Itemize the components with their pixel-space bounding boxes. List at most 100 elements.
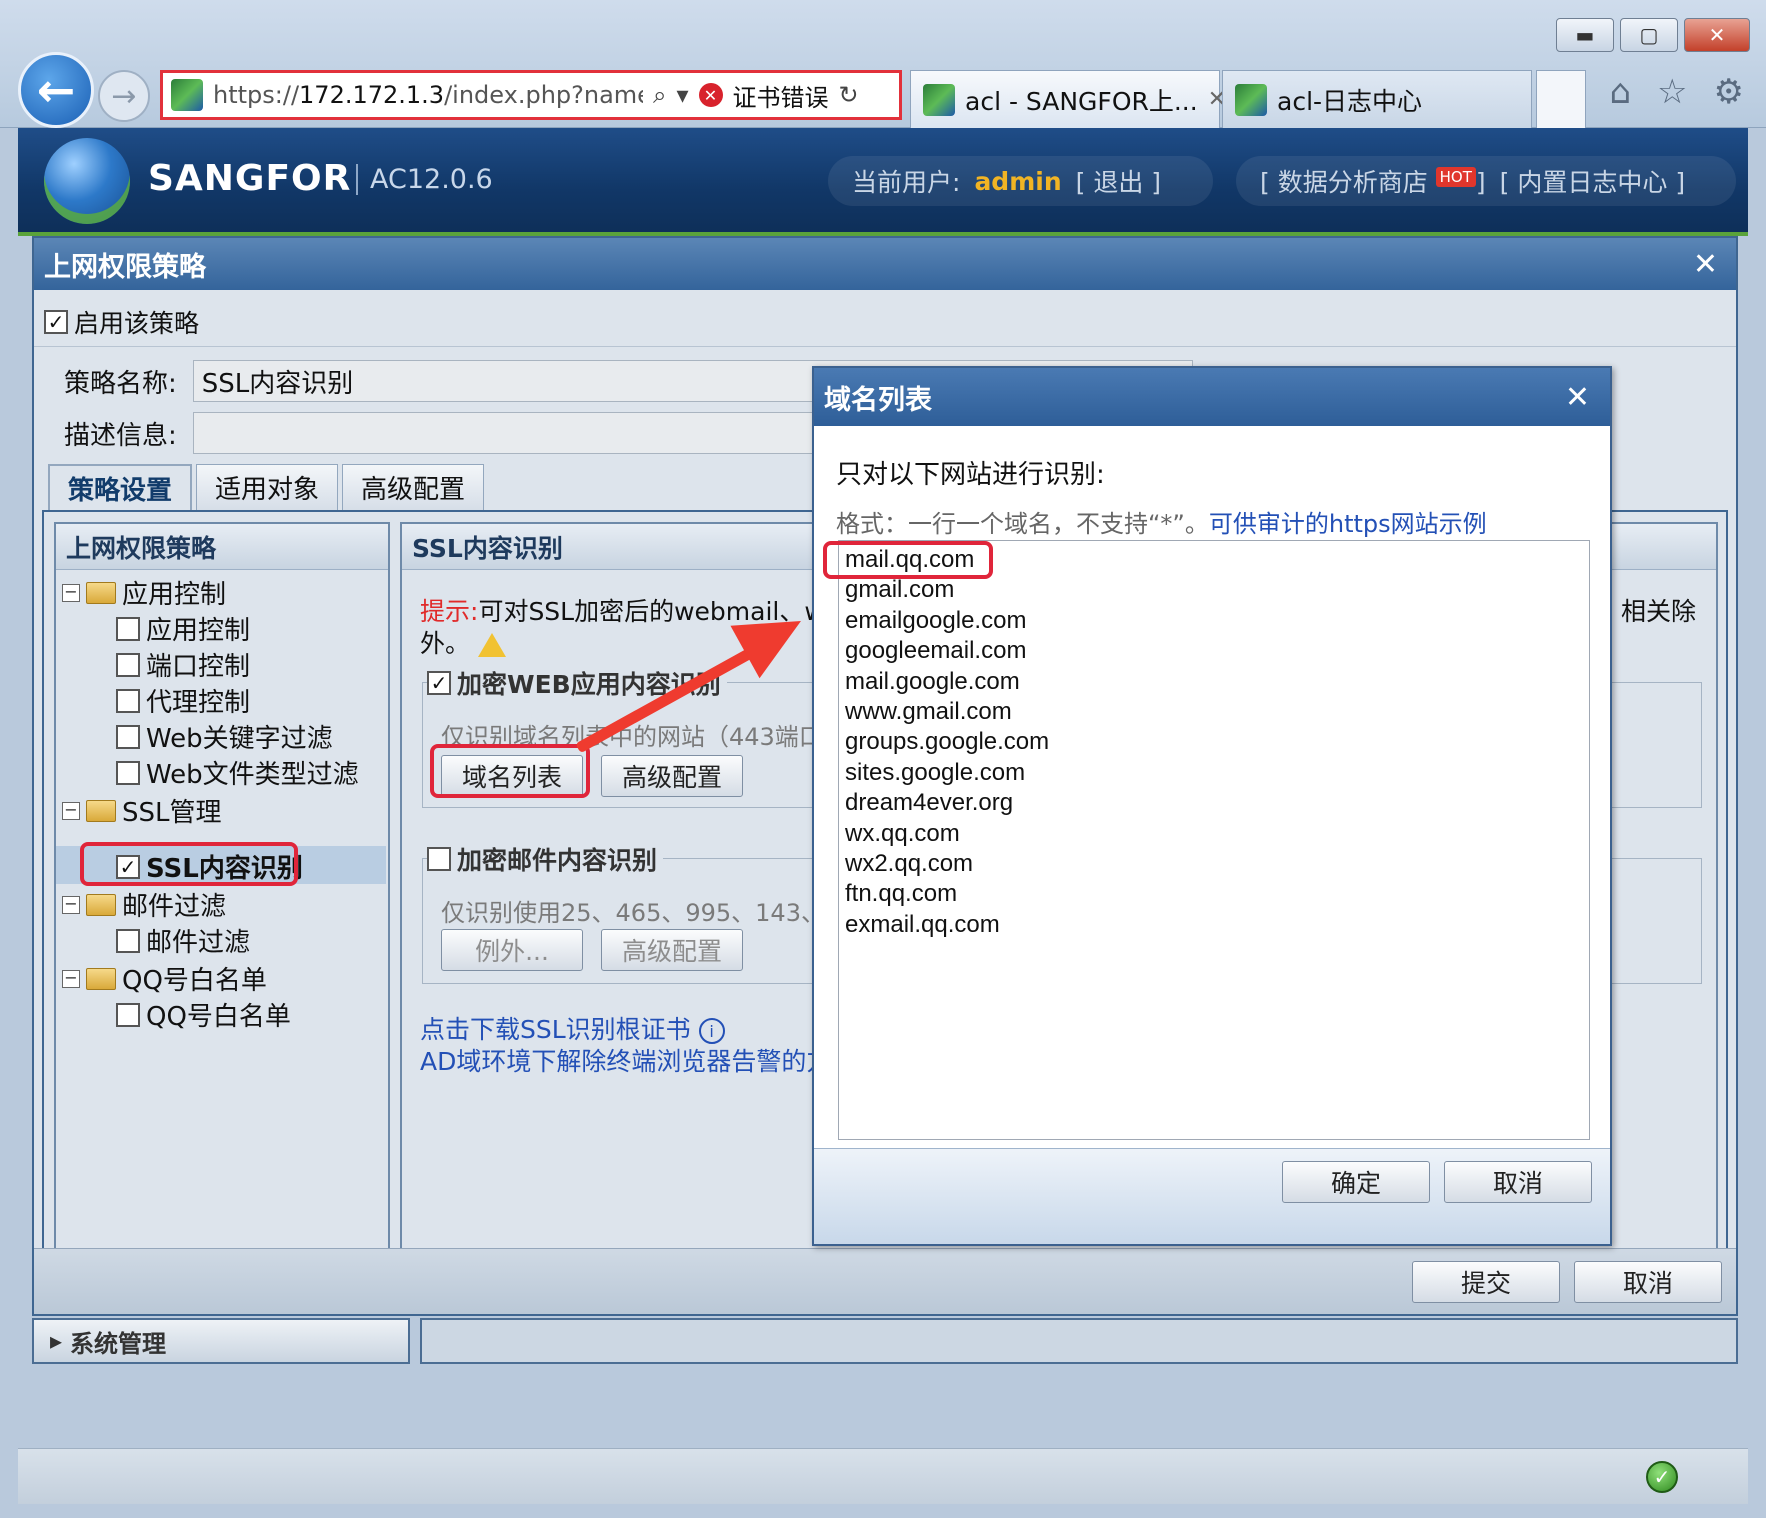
tree-item-web-filetype-filter[interactable]: Web文件类型过滤 xyxy=(116,754,359,791)
system-management-toggle[interactable]: ▸ 系统管理 xyxy=(32,1318,410,1364)
site-favicon-icon xyxy=(171,79,203,111)
domain-entry: www.gmail.com xyxy=(845,697,1012,725)
enable-policy-label: 启用该策略 xyxy=(74,309,200,338)
tree-item-mail-filter[interactable]: 邮件过滤 xyxy=(116,922,250,959)
tab-favicon-icon xyxy=(1235,83,1267,116)
current-user-label: 当前用户: xyxy=(852,168,961,197)
tree-item-proxy-control[interactable]: 代理控制 xyxy=(116,682,250,719)
tree-checkbox[interactable] xyxy=(116,1002,140,1027)
maximize-button[interactable]: ▢ xyxy=(1620,18,1678,52)
dialog-close-icon[interactable]: ✕ xyxy=(1565,380,1590,415)
cert-error-label[interactable]: 证书错误 xyxy=(733,78,829,113)
settings-gear-icon[interactable]: ⚙ xyxy=(1714,72,1744,112)
browser-toolbar-icons: ⌂ ☆ ⚙ xyxy=(1609,72,1744,112)
policy-name-label: 策略名称: xyxy=(64,368,177,399)
collapse-icon[interactable]: − xyxy=(62,801,80,820)
tree-checkbox[interactable] xyxy=(116,688,140,713)
tree-folder-app-control[interactable]: − 应用控制 xyxy=(62,574,226,611)
tree-panel-title: 上网权限策略 xyxy=(56,524,388,570)
annotation-highlight-box xyxy=(823,541,993,579)
tree-checkbox[interactable] xyxy=(116,652,140,677)
forward-button[interactable]: → xyxy=(98,70,150,122)
submit-button[interactable]: 提交 xyxy=(1412,1261,1560,1303)
address-bar[interactable]: https://172.172.1.3/index.php?name_j ⌕ ▾… xyxy=(160,70,902,120)
log-center-link[interactable]: [ 内置日志中心 ] xyxy=(1500,163,1685,199)
domain-entry: dream4ever.org xyxy=(845,789,1014,817)
dialog-cancel-button[interactable]: 取消 xyxy=(1444,1161,1592,1203)
tree-checkbox[interactable] xyxy=(116,928,140,953)
logout-link[interactable]: [ 退出 ] xyxy=(1076,163,1161,199)
tree-checkbox[interactable] xyxy=(116,724,140,749)
collapse-icon[interactable]: − xyxy=(62,583,80,602)
domain-entry: sites.google.com xyxy=(845,758,1026,786)
hint-text-right: 相关除 xyxy=(1620,597,1696,626)
annotation-highlight-box xyxy=(430,744,590,798)
domain-list-dialog: 域名列表 ✕ 只对以下网站进行识别: 格式：一行一个域名，不支持“*”。可供审计… xyxy=(812,366,1612,1246)
tab-advanced-config[interactable]: 高级配置 xyxy=(342,464,485,510)
web-advanced-config-button[interactable]: 高级配置 xyxy=(601,755,743,797)
product-version: AC12.0.6 xyxy=(356,164,493,195)
tree-item-web-keyword-filter[interactable]: Web关键字过滤 xyxy=(116,718,333,755)
tree-item-app-control[interactable]: 应用控制 xyxy=(116,610,250,647)
back-button[interactable]: ← xyxy=(18,52,94,128)
refresh-icon[interactable]: ↻ xyxy=(839,81,859,109)
minimize-button[interactable]: ▬ xyxy=(1556,18,1614,52)
annotation-highlight-box xyxy=(80,842,298,886)
tab-label: acl-日志中心 xyxy=(1277,86,1423,116)
dialog-title: 域名列表 xyxy=(824,384,932,416)
warning-icon xyxy=(477,633,506,657)
search-icon[interactable]: ⌕ xyxy=(653,81,666,109)
collapse-icon[interactable]: − xyxy=(62,969,80,988)
policy-close-icon[interactable]: ✕ xyxy=(1693,247,1718,282)
cert-error-icon[interactable]: ✕ xyxy=(698,83,723,107)
username: admin xyxy=(974,166,1062,196)
dialog-format-hint: 格式：一行一个域名，不支持“*”。可供审计的https网站示例 xyxy=(836,510,1487,538)
tab-policy-settings[interactable]: 策略设置 xyxy=(48,464,193,510)
dropdown-arrow-icon[interactable]: ▾ xyxy=(676,81,688,109)
tree-item-qq-whitelist[interactable]: QQ号白名单 xyxy=(116,996,291,1033)
domain-entry: mail.google.com xyxy=(845,667,1020,695)
info-icon[interactable]: i xyxy=(698,1018,725,1044)
policy-tabs: 策略设置 适用对象 高级配置 xyxy=(48,464,485,510)
policy-footer: 提交 取消 xyxy=(34,1248,1736,1314)
mail-advanced-config-button[interactable]: 高级配置 xyxy=(601,929,743,971)
domain-list-textarea[interactable]: mail.qq.com gmail.com emailgoogle.com googl… xyxy=(823,540,1590,1140)
user-info: 当前用户: admin [ 退出 ] xyxy=(828,156,1213,206)
enable-policy-checkbox[interactable]: ✓ xyxy=(44,310,68,334)
https-examples-link[interactable]: 可供审计的https网站示例 xyxy=(1209,510,1487,538)
tab-applicable-objects[interactable]: 适用对象 xyxy=(196,464,339,510)
enable-policy-row[interactable]: ✓ 启用该策略 xyxy=(44,304,199,340)
hot-badge: HOT xyxy=(1435,166,1476,187)
browser-tab-log-center[interactable]: acl-日志中心 xyxy=(1222,70,1532,128)
mail-desc: 仅识别使用25、465、995、143、99 xyxy=(441,899,856,927)
ad-domain-link[interactable]: AD域环境下解除终端浏览器告警的方 xyxy=(420,1042,831,1078)
policy-cancel-button[interactable]: 取消 xyxy=(1574,1261,1722,1303)
exception-button[interactable]: 例外... xyxy=(441,929,583,971)
home-icon[interactable]: ⌂ xyxy=(1609,72,1631,112)
policy-tree-panel: 上网权限策略 − 应用控制 应用控制 端口控制 代理控制 Web关键字过滤 We… xyxy=(54,522,390,1302)
browser-tab-acl[interactable]: acl - SANGFOR上... ✕ xyxy=(910,70,1226,128)
dialog-ok-button[interactable]: 确定 xyxy=(1282,1161,1430,1203)
tab-label: acl - SANGFOR上... xyxy=(965,86,1198,116)
divider xyxy=(34,346,1736,347)
favorites-star-icon[interactable]: ☆ xyxy=(1657,72,1687,112)
tree-checkbox[interactable] xyxy=(116,616,140,641)
tree-folder-ssl-management[interactable]: − SSL管理 xyxy=(62,792,222,829)
collapse-icon[interactable]: − xyxy=(62,895,80,914)
tree-checkbox[interactable] xyxy=(116,760,140,785)
close-window-button[interactable]: ✕ xyxy=(1684,18,1750,52)
system-bar-area xyxy=(420,1318,1738,1364)
tree-item-port-control[interactable]: 端口控制 xyxy=(116,646,250,683)
mail-checkbox[interactable] xyxy=(427,847,451,871)
domain-entry: emailgoogle.com xyxy=(845,606,1027,634)
expand-arrow-icon: ▸ xyxy=(50,1327,63,1355)
new-tab-button[interactable] xyxy=(1536,70,1586,128)
mail-group-label[interactable]: 加密邮件内容识别 xyxy=(427,841,664,877)
web-app-checkbox[interactable]: ✓ xyxy=(427,671,451,695)
download-cert-link[interactable]: 点击下载SSL识别根证书 i xyxy=(420,1010,725,1046)
tree-folder-mail-filter[interactable]: − 邮件过滤 xyxy=(62,886,226,923)
domain-entry: exmail.qq.com xyxy=(845,910,1000,938)
tree-folder-qq-whitelist[interactable]: − QQ号白名单 xyxy=(62,960,267,997)
data-store-link[interactable]: [ 数据分析商店 HOT] xyxy=(1260,163,1486,199)
dialog-footer: 确定 取消 xyxy=(814,1148,1610,1244)
